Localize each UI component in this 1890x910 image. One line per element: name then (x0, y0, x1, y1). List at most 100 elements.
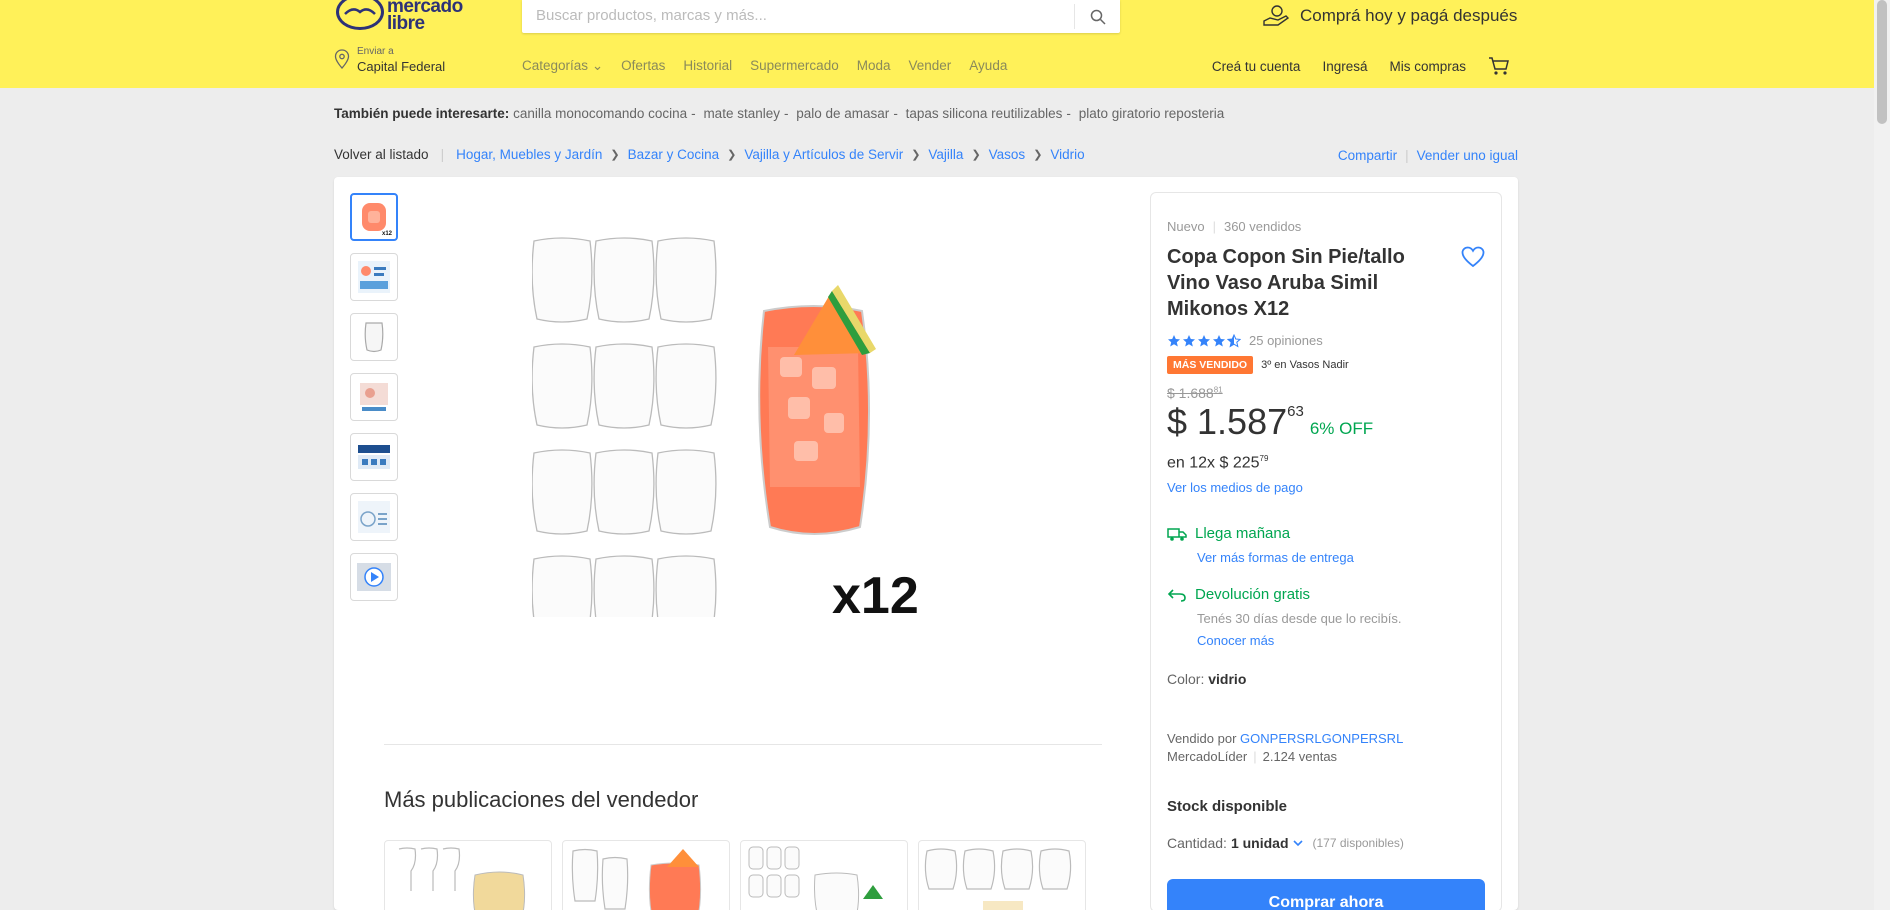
star-full-icon (1198, 334, 1210, 346)
search-bar (522, 0, 1120, 33)
related-search-item[interactable]: mate stanley (703, 106, 780, 121)
share-link[interactable]: Compartir (1338, 148, 1397, 163)
thumbnail[interactable] (350, 433, 398, 481)
search-button[interactable] (1074, 4, 1120, 29)
heart-icon[interactable] (1461, 246, 1485, 268)
video-icon (357, 563, 391, 591)
delivery-options-link[interactable]: Ver más formas de entrega (1197, 550, 1354, 565)
breadcrumb-actions: Compartir | Vender uno igual (1337, 148, 1518, 163)
chevron-right-icon: ❯ (610, 149, 620, 161)
nav-historial[interactable]: Historial (683, 58, 732, 74)
mercadolider-label: MercadoLíder (1167, 749, 1248, 764)
product-title: Copa Copon Sin Pie/tallo Vino Vaso Aruba… (1167, 246, 1405, 320)
seller-sales: 2.124 ventas (1262, 749, 1338, 764)
set-icon (360, 383, 388, 411)
color-selector: Color: vidrio (1167, 671, 1247, 687)
location-label: Enviar a (357, 46, 394, 57)
color-value: vidrio (1208, 671, 1247, 687)
breadcrumb-item[interactable]: Vidrio (1050, 147, 1084, 162)
rating-row[interactable]: 25 opiniones (1167, 333, 1323, 348)
related-product-card[interactable] (918, 840, 1086, 910)
related-product-card[interactable] (740, 840, 908, 910)
shipping-row: Llega mañana (1167, 525, 1290, 542)
my-purchases-link[interactable]: Mis compras (1389, 59, 1466, 74)
related-search-item[interactable]: tapas silicona reutilizables (906, 106, 1063, 121)
product-card: x12 x12 Más publicaciones del vendedor N… (334, 177, 1518, 910)
nav-vender[interactable]: Vender (909, 58, 952, 74)
thumbnail[interactable] (350, 253, 398, 301)
sold-count: 360 vendidos (1223, 219, 1302, 234)
learn-more-link[interactable]: Conocer más (1197, 633, 1274, 648)
category-rank[interactable]: 3º en Vasos Nadir (1261, 359, 1349, 371)
return-row: Devolución gratis (1167, 586, 1310, 603)
thumbnail-list: x12 (350, 193, 398, 613)
thumbnail[interactable] (350, 373, 398, 421)
return-description: Tenés 30 días desde que lo recibís. (1197, 611, 1402, 626)
breadcrumb-item[interactable]: Hogar, Muebles y Jardín (456, 147, 602, 162)
quantity-selector[interactable]: Cantidad: 1 unidad (177 disponibles) (1167, 835, 1404, 851)
mercadolibre-logo[interactable]: mercado libre (335, 0, 475, 34)
payment-methods-link[interactable]: Ver los medios de pago (1167, 480, 1303, 495)
main-nav: Categorías ⌄ Ofertas Historial Supermerc… (522, 58, 1007, 74)
back-to-list-link[interactable]: Volver al listado (334, 147, 429, 162)
buy-now-pay-later-banner[interactable]: Comprá hoy y pagá después (1262, 3, 1517, 29)
buy-box: Nuevo | 360 vendidos Copa Copon Sin Pie/ta… (1150, 192, 1502, 910)
thumbnail[interactable]: x12 (350, 193, 398, 241)
sell-same-link[interactable]: Vender uno igual (1417, 148, 1518, 163)
star-half-icon (1227, 333, 1241, 348)
related-search-item[interactable]: canilla monocomando cocina (513, 106, 687, 121)
promo-text: Comprá hoy y pagá después (1300, 6, 1518, 25)
glasses-grid-image (748, 846, 883, 910)
breadcrumb-item[interactable]: Vajilla (928, 147, 963, 162)
stock-status: Stock disponible (1167, 798, 1288, 815)
related-search-item[interactable]: plato giratorio reposteria (1079, 106, 1225, 121)
page-scrollbar[interactable] (1874, 0, 1890, 910)
chevron-right-icon: ❯ (727, 149, 737, 161)
related-product-card[interactable] (562, 840, 730, 910)
star-full-icon (1168, 334, 1180, 346)
breadcrumb-item[interactable]: Bazar y Cocina (628, 147, 720, 162)
tumblers-image (924, 848, 1072, 910)
price-row: $ 1.58763 6% OFF (1167, 401, 1373, 443)
nav-ayuda[interactable]: Ayuda (969, 58, 1007, 74)
discount-label: 6% OFF (1309, 419, 1374, 438)
truck-icon (1167, 527, 1187, 541)
seller-name-link[interactable]: GONPERSRLGONPERSRL (1240, 731, 1403, 746)
breadcrumb-item[interactable]: Vasos (989, 147, 1026, 162)
login-link[interactable]: Ingresá (1322, 59, 1367, 74)
main-product-image[interactable]: x12 (531, 237, 972, 641)
return-title: Devolución gratis (1195, 586, 1311, 603)
search-input[interactable] (536, 0, 1066, 30)
wine-glasses-image (398, 847, 526, 910)
nav-supermercado[interactable]: Supermercado (750, 58, 839, 74)
related-product-card[interactable] (384, 840, 552, 910)
logo-word-2: libre (387, 13, 425, 34)
bestseller-row: MÁS VENDIDO 3º en Vasos Nadir (1167, 356, 1349, 374)
chevron-down-icon (1292, 840, 1303, 847)
specs-icon (358, 501, 390, 533)
nav-ofertas[interactable]: Ofertas (621, 58, 665, 74)
condition-text: Nuevo (1167, 219, 1205, 234)
related-search-item[interactable]: palo de amasar (796, 106, 889, 121)
available-units: (177 disponibles) (1312, 836, 1404, 850)
thumbnail[interactable] (350, 493, 398, 541)
handshake-logo-icon (336, 0, 384, 30)
buy-now-button[interactable]: Comprar ahora (1167, 879, 1485, 910)
condition-line: Nuevo | 360 vendidos (1167, 219, 1302, 234)
scrollbar-thumb[interactable] (1877, 0, 1887, 124)
related-searches: También puede interesarte: canilla monoc… (334, 106, 1225, 121)
section-divider (384, 744, 1102, 745)
breadcrumb-item[interactable]: Vajilla y Artículos de Servir (744, 147, 903, 162)
reviews-count: 25 opiniones (1249, 333, 1323, 348)
cart-icon[interactable] (1488, 56, 1510, 76)
star-full-icon (1213, 334, 1225, 346)
installments: en 12x $ 22579 (1167, 454, 1269, 472)
breadcrumb: Volver al listado | Hogar, Muebles y Jar… (334, 147, 1085, 162)
related-searches-label: También puede interesarte: (334, 106, 510, 121)
thumbnail[interactable] (350, 553, 398, 601)
create-account-link[interactable]: Creá tu cuenta (1212, 59, 1301, 74)
thumbnail[interactable] (350, 313, 398, 361)
nav-categorias[interactable]: Categorías ⌄ (522, 58, 603, 74)
nav-moda[interactable]: Moda (857, 58, 891, 74)
bestseller-badge: MÁS VENDIDO (1167, 356, 1254, 374)
